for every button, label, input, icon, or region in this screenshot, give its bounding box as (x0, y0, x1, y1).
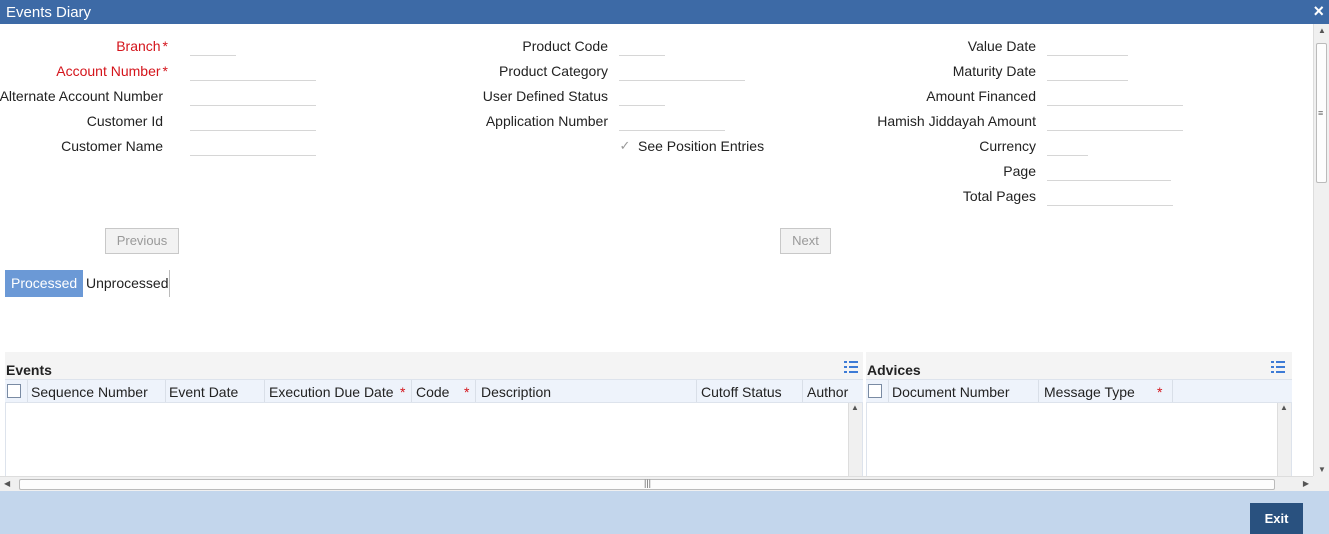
form-content: Branch * Account Number * Alternate Accoun… (0, 24, 1313, 476)
tab-divider (169, 270, 170, 297)
column-code[interactable]: Code (416, 384, 449, 400)
window-title: Events Diary (6, 4, 92, 21)
customer-name-input[interactable] (190, 134, 316, 156)
application-number-input[interactable] (619, 109, 725, 131)
advices-title: Advices (867, 362, 921, 378)
column-execution-due-date[interactable]: Execution Due Date (269, 384, 394, 400)
column-divider (475, 380, 476, 402)
advices-grid-body: ▲ (866, 403, 1292, 476)
events-grid-header: Sequence Number Event Date Execution Due… (5, 379, 863, 403)
column-sequence-number[interactable]: Sequence Number (31, 384, 148, 400)
footer-bar: Exit (0, 491, 1329, 534)
window-titlebar: Events Diary × (0, 0, 1329, 24)
hamish-jiddayah-amount-label: Hamish Jiddayah Amount (877, 113, 1036, 129)
currency-label: Currency (979, 138, 1036, 154)
list-icon[interactable] (844, 360, 858, 374)
events-select-all-checkbox[interactable] (7, 384, 21, 398)
total-pages-input[interactable] (1047, 184, 1173, 206)
application-number-label: Application Number (485, 113, 608, 129)
check-icon: ✓ (619, 138, 631, 153)
advices-vertical-scrollbar[interactable]: ▲ (1277, 403, 1291, 476)
page-label: Page (1003, 163, 1036, 179)
branch-label: Branch * (116, 38, 168, 54)
tab-processed[interactable]: Processed (5, 270, 84, 297)
scrollbar-thumb[interactable]: ||| (19, 478, 1275, 490)
column-divider (264, 380, 265, 402)
maturity-date-label: Maturity Date (952, 63, 1036, 79)
customer-id-label: Customer Id (86, 113, 163, 129)
see-position-entries-checkbox[interactable]: ✓ See Position Entries (618, 138, 765, 154)
maturity-date-input[interactable] (1047, 59, 1128, 81)
customer-id-input[interactable] (190, 109, 316, 131)
column-divider (1038, 380, 1039, 402)
next-button[interactable]: Next (780, 228, 831, 254)
scrollbar-thumb[interactable]: ≡ (1316, 43, 1327, 183)
amount-financed-input[interactable] (1047, 84, 1183, 106)
product-category-input[interactable] (619, 59, 745, 81)
advices-grid-header: Document Number Message Type * (866, 379, 1292, 403)
scroll-right-icon[interactable]: ▶ (1303, 479, 1309, 488)
column-document-number[interactable]: Document Number (892, 384, 1010, 400)
scroll-up-icon[interactable]: ▲ (1318, 26, 1326, 35)
required-marker: * (400, 384, 406, 400)
events-panel: Events Sequence Number Event Date Execut… (5, 352, 863, 476)
scroll-down-icon[interactable]: ▼ (1318, 465, 1326, 474)
hamish-jiddayah-amount-input[interactable] (1047, 109, 1183, 131)
column-divider (411, 380, 412, 402)
column-message-type[interactable]: Message Type (1044, 384, 1135, 400)
column-event-date[interactable]: Event Date (169, 384, 238, 400)
alternate-account-number-label: Alternate Account Number (0, 88, 163, 104)
exit-button[interactable]: Exit (1250, 503, 1303, 534)
scroll-up-icon[interactable]: ▲ (851, 403, 859, 412)
events-title: Events (6, 362, 52, 378)
currency-input[interactable] (1047, 134, 1088, 156)
scrollbar-corner (1313, 476, 1329, 491)
customer-name-label: Customer Name (61, 138, 163, 154)
user-defined-status-label: User Defined Status (482, 88, 608, 104)
product-category-label: Product Category (499, 63, 608, 79)
required-marker: * (1157, 384, 1163, 400)
column-divider (1172, 380, 1173, 402)
column-description[interactable]: Description (481, 384, 551, 400)
total-pages-label: Total Pages (962, 188, 1036, 204)
column-divider (27, 380, 28, 402)
page-input[interactable] (1047, 159, 1171, 181)
amount-financed-label: Amount Financed (926, 88, 1036, 104)
advices-select-all-checkbox[interactable] (868, 384, 882, 398)
column-author[interactable]: Author (807, 384, 848, 400)
required-marker: * (464, 384, 470, 400)
value-date-label: Value Date (967, 38, 1036, 54)
product-code-input[interactable] (619, 34, 665, 56)
previous-button[interactable]: Previous (105, 228, 179, 254)
account-number-input[interactable] (190, 59, 316, 81)
main-vertical-scrollbar[interactable]: ▲ ≡ ▼ (1313, 24, 1329, 476)
scroll-up-icon[interactable]: ▲ (1280, 403, 1288, 412)
column-divider (165, 380, 166, 402)
grip-icon: ≡ (1318, 108, 1324, 118)
alternate-account-number-input[interactable] (190, 84, 316, 106)
advices-panel: Advices Document Number Message Type * ▲ (866, 352, 1292, 476)
tab-unprocessed[interactable]: Unprocessed (80, 270, 175, 297)
product-code-label: Product Code (522, 38, 608, 54)
column-divider (888, 380, 889, 402)
column-divider (696, 380, 697, 402)
column-divider (802, 380, 803, 402)
events-vertical-scrollbar[interactable]: ▲ (848, 403, 862, 476)
scroll-left-icon[interactable]: ◀ (4, 479, 10, 488)
list-icon[interactable] (1271, 360, 1285, 374)
account-number-label: Account Number * (56, 63, 168, 79)
value-date-input[interactable] (1047, 34, 1128, 56)
column-cutoff-status[interactable]: Cutoff Status (701, 384, 782, 400)
main-horizontal-scrollbar[interactable]: ◀ ||| ▶ (0, 476, 1313, 491)
user-defined-status-input[interactable] (619, 84, 665, 106)
see-position-entries-label: See Position Entries (638, 138, 765, 154)
close-icon[interactable]: × (1313, 1, 1324, 21)
grip-icon: ||| (644, 478, 652, 488)
events-grid-body: ▲ (5, 403, 863, 476)
branch-input[interactable] (190, 34, 236, 56)
